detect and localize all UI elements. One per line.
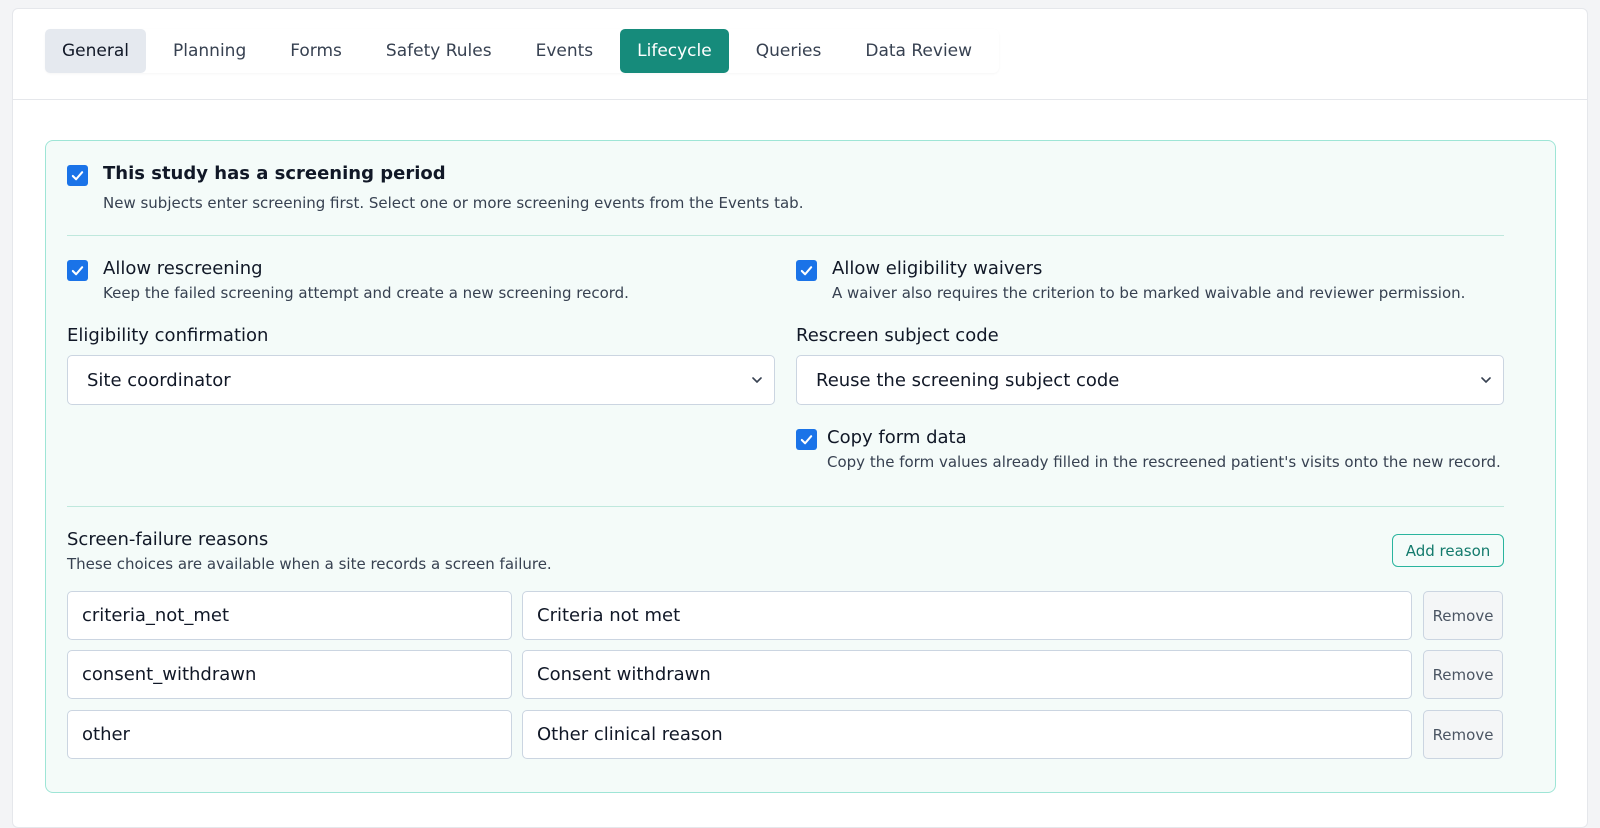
tab-general[interactable]: General: [45, 29, 146, 73]
tab-forms[interactable]: Forms: [273, 29, 359, 73]
check-icon: [71, 171, 84, 181]
divider: [67, 506, 1504, 507]
allow-rescreening-description: Keep the failed screening attempt and cr…: [103, 284, 629, 302]
copy-form-data-label: Copy form data: [827, 427, 967, 448]
reason-label-input[interactable]: Consent withdrawn: [522, 650, 1412, 699]
copy-form-data-description: Copy the form values already filled in t…: [827, 453, 1501, 471]
tab-safety-rules[interactable]: Safety Rules: [369, 29, 509, 73]
remove-reason-button[interactable]: Remove: [1423, 710, 1503, 759]
tab-data-review[interactable]: Data Review: [848, 29, 989, 73]
add-reason-button[interactable]: Add reason: [1392, 534, 1504, 567]
reason-label-input[interactable]: Other clinical reason: [522, 710, 1412, 759]
reason-code-input[interactable]: criteria_not_met: [67, 591, 512, 640]
check-icon: [800, 266, 813, 276]
screening-period-label: This study has a screening period: [103, 163, 446, 184]
eligibility-confirmation-value: Site coordinator: [87, 369, 231, 391]
tab-events[interactable]: Events: [519, 29, 611, 73]
eligibility-confirmation-label: Eligibility confirmation: [67, 325, 269, 346]
rescreen-subject-code-label: Rescreen subject code: [796, 325, 999, 346]
tab-lifecycle[interactable]: Lifecycle: [620, 29, 729, 73]
allow-waivers-description: A waiver also requires the criterion to …: [832, 284, 1466, 302]
tab-queries[interactable]: Queries: [739, 29, 839, 73]
check-icon: [71, 266, 84, 276]
lifecycle-panel: This study has a screening period New su…: [45, 140, 1556, 793]
eligibility-confirmation-select[interactable]: Site coordinator: [67, 355, 775, 405]
tab-list: General Planning Forms Safety Rules Even…: [45, 29, 1000, 73]
chevron-down-icon: [752, 377, 762, 383]
allow-waivers-label: Allow eligibility waivers: [832, 258, 1043, 279]
tab-bar: General Planning Forms Safety Rules Even…: [13, 9, 1587, 100]
allow-waivers-checkbox[interactable]: [796, 260, 817, 281]
allow-rescreening-label: Allow rescreening: [103, 258, 263, 279]
reason-code-input[interactable]: consent_withdrawn: [67, 650, 512, 699]
tab-planning[interactable]: Planning: [156, 29, 263, 73]
copy-form-data-checkbox[interactable]: [796, 429, 817, 450]
screening-period-description: New subjects enter screening first. Sele…: [103, 194, 804, 212]
reason-code-input[interactable]: other: [67, 710, 512, 759]
check-icon: [800, 435, 813, 445]
reason-label-input[interactable]: Criteria not met: [522, 591, 1412, 640]
allow-rescreening-checkbox[interactable]: [67, 260, 88, 281]
settings-card: General Planning Forms Safety Rules Even…: [12, 8, 1588, 828]
chevron-down-icon: [1481, 377, 1491, 383]
remove-reason-button[interactable]: Remove: [1423, 650, 1503, 699]
remove-reason-button[interactable]: Remove: [1423, 591, 1503, 640]
screening-period-checkbox[interactable]: [67, 165, 88, 186]
divider: [67, 235, 1504, 236]
screen-failure-description: These choices are available when a site …: [67, 555, 552, 573]
rescreen-subject-code-value: Reuse the screening subject code: [816, 369, 1120, 391]
rescreen-subject-code-select[interactable]: Reuse the screening subject code: [796, 355, 1504, 405]
screen-failure-title: Screen-failure reasons: [67, 529, 269, 550]
